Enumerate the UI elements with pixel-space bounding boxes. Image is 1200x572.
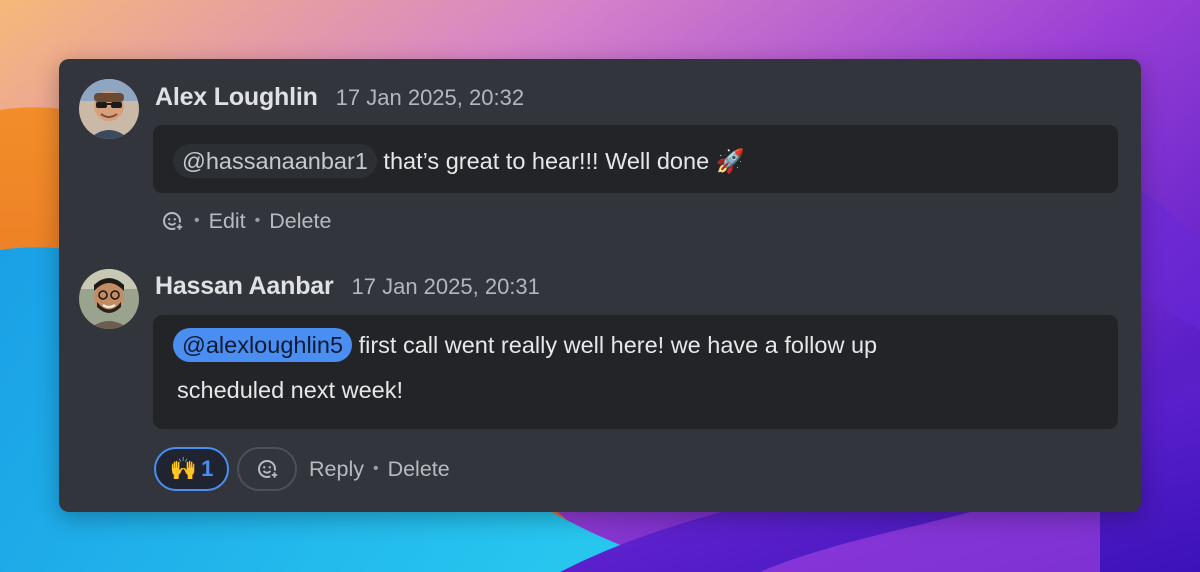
add-reaction-icon[interactable] [161,209,185,233]
comment-body: @hassanaanbar1 that’s great to hear!!! W… [153,125,1118,193]
timestamp: 17 Jan 2025, 20:31 [351,274,540,299]
separator-dot: • [194,212,200,229]
delete-button[interactable]: Delete [269,209,331,234]
avatar[interactable] [79,269,139,329]
comment-thread-panel: Alex Loughlin 17 Jan 2025, 20:32 @hassan… [59,59,1141,512]
comment-text-line-1: first call went really well here! we hav… [358,332,878,358]
comment-header: Alex Loughlin 17 Jan 2025, 20:32 [155,83,524,112]
author-name[interactable]: Alex Loughlin [155,83,318,112]
delete-button[interactable]: Delete [388,457,450,482]
user-mention[interactable]: @alexloughlin5 [173,328,353,362]
author-name[interactable]: Hassan Aanbar [155,272,334,301]
timestamp: 17 Jan 2025, 20:32 [335,85,525,110]
raising-hands-emoji: 🙌 [169,456,198,481]
edit-button[interactable]: Edit [209,209,246,234]
comment-text: that’s great to hear!!! Well done [383,148,710,174]
comment-text-line-2: scheduled next week! [177,377,404,403]
reaction-count: 1 [201,456,214,481]
comment-actions: • Edit • Delete [159,207,331,235]
avatar[interactable] [79,79,139,139]
rocket-emoji: 🚀 [715,148,745,174]
reaction-pill[interactable]: 🙌 1 [154,447,229,491]
comment-body: @alexloughlin5 first call went really we… [153,315,1118,429]
separator-dot: • [372,460,379,477]
comment-header: Hassan Aanbar 17 Jan 2025, 20:31 [155,272,540,301]
comment-actions: 🙌 1 Reply • Delete [154,444,450,494]
separator-dot: • [254,212,261,229]
user-mention[interactable]: @hassanaanbar1 [173,144,377,178]
add-reaction-icon [256,457,280,481]
add-reaction-button[interactable] [237,447,297,491]
reply-button[interactable]: Reply [309,457,364,482]
